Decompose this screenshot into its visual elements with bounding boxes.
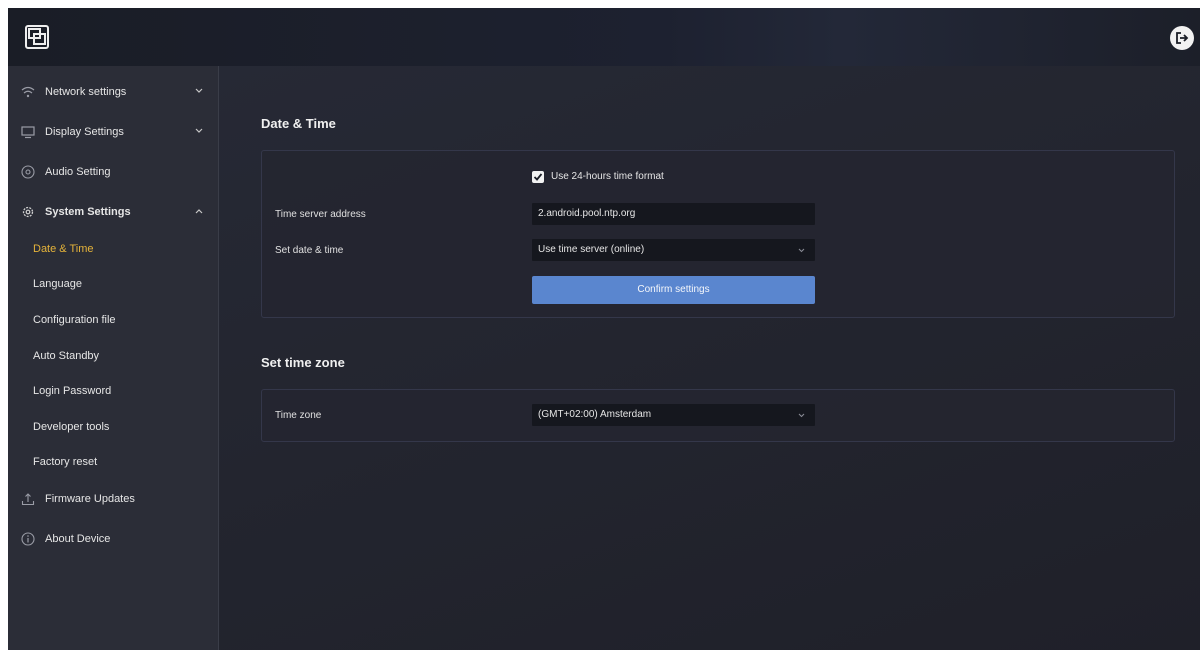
time-server-value: 2.android.pool.ntp.org	[538, 208, 636, 219]
chevron-down-icon	[798, 413, 805, 418]
logout-button[interactable]	[1170, 26, 1194, 50]
sidebar-subitem-configuration-file[interactable]: Configuration file	[8, 305, 218, 335]
sidebar-item-network-settings[interactable]: Network settings	[8, 74, 218, 110]
sidebar-item-label: Network settings	[45, 86, 127, 98]
sidebar-item-system-settings[interactable]: System Settings	[8, 194, 218, 230]
set-date-time-select[interactable]: Use time server (online)	[532, 239, 815, 261]
chevron-up-icon	[195, 209, 203, 214]
sidebar-subitem-date-time[interactable]: Date & Time	[8, 234, 218, 264]
sidebar-subitem-factory-reset[interactable]: Factory reset	[8, 447, 218, 477]
logout-icon	[1176, 32, 1189, 44]
display-screen-icon[interactable]	[24, 24, 50, 50]
sidebar-subitem-label: Configuration file	[33, 314, 116, 326]
date-time-title: Date & Time	[261, 116, 336, 131]
chevron-down-icon	[798, 248, 805, 253]
sidebar-item-label: Audio Setting	[45, 166, 111, 178]
time-zone-select[interactable]: (GMT+02:00) Amsterdam	[532, 404, 815, 426]
top-bar	[8, 8, 1200, 66]
app-window: Network settings Display Settings Audio …	[8, 8, 1200, 650]
sidebar-subitem-label: Login Password	[33, 385, 112, 397]
time-zone-value: (GMT+02:00) Amsterdam	[538, 409, 652, 420]
chevron-down-icon	[195, 128, 203, 133]
upload-icon	[21, 493, 35, 506]
monitor-icon	[21, 126, 35, 139]
sidebar-subitem-developer-tools[interactable]: Developer tools	[8, 412, 218, 442]
audio-icon	[21, 165, 35, 179]
sidebar-subitem-label: Language	[33, 278, 82, 290]
checkmark-icon	[533, 173, 543, 181]
time-zone-card: Time zone (GMT+02:00) Amsterdam	[261, 389, 1175, 442]
sidebar-subitem-label: Date & Time	[33, 243, 94, 255]
main-content: Date & Time Use 24-hours time format Tim…	[219, 66, 1200, 650]
use-24h-checkbox[interactable]	[532, 171, 544, 183]
sidebar-subitem-login-password[interactable]: Login Password	[8, 376, 218, 406]
sidebar-item-audio-setting[interactable]: Audio Setting	[8, 154, 218, 190]
sidebar-subitem-label: Auto Standby	[33, 350, 100, 362]
sidebar-item-label: Firmware Updates	[45, 493, 135, 505]
time-server-input[interactable]: 2.android.pool.ntp.org	[532, 203, 815, 225]
gear-icon	[22, 206, 34, 218]
sidebar-subitem-label: Factory reset	[33, 456, 98, 468]
sidebar-item-label: Display Settings	[45, 126, 124, 138]
wifi-icon	[21, 86, 35, 98]
sidebar-subitem-language[interactable]: Language	[8, 269, 218, 299]
sidebar-item-display-settings[interactable]: Display Settings	[8, 114, 218, 150]
sidebar-item-label: System Settings	[45, 206, 131, 218]
sidebar: Network settings Display Settings Audio …	[8, 66, 219, 650]
sidebar-subitem-label: Developer tools	[33, 421, 110, 433]
set-date-time-label: Set date & time	[275, 245, 344, 256]
time-zone-title: Set time zone	[261, 355, 345, 370]
info-icon	[21, 532, 35, 546]
chevron-down-icon	[195, 88, 203, 93]
sidebar-item-firmware-updates[interactable]: Firmware Updates	[8, 481, 218, 517]
time-zone-label: Time zone	[275, 410, 322, 421]
sidebar-subitem-auto-standby[interactable]: Auto Standby	[8, 341, 218, 371]
date-time-card: Use 24-hours time format Time server add…	[261, 150, 1175, 318]
set-date-time-value: Use time server (online)	[538, 244, 645, 255]
confirm-settings-button[interactable]: Confirm settings	[532, 276, 815, 304]
time-server-label: Time server address	[275, 209, 366, 220]
sidebar-item-label: About Device	[45, 533, 111, 545]
use-24h-label: Use 24-hours time format	[551, 171, 664, 182]
sidebar-item-about-device[interactable]: About Device	[8, 521, 218, 557]
